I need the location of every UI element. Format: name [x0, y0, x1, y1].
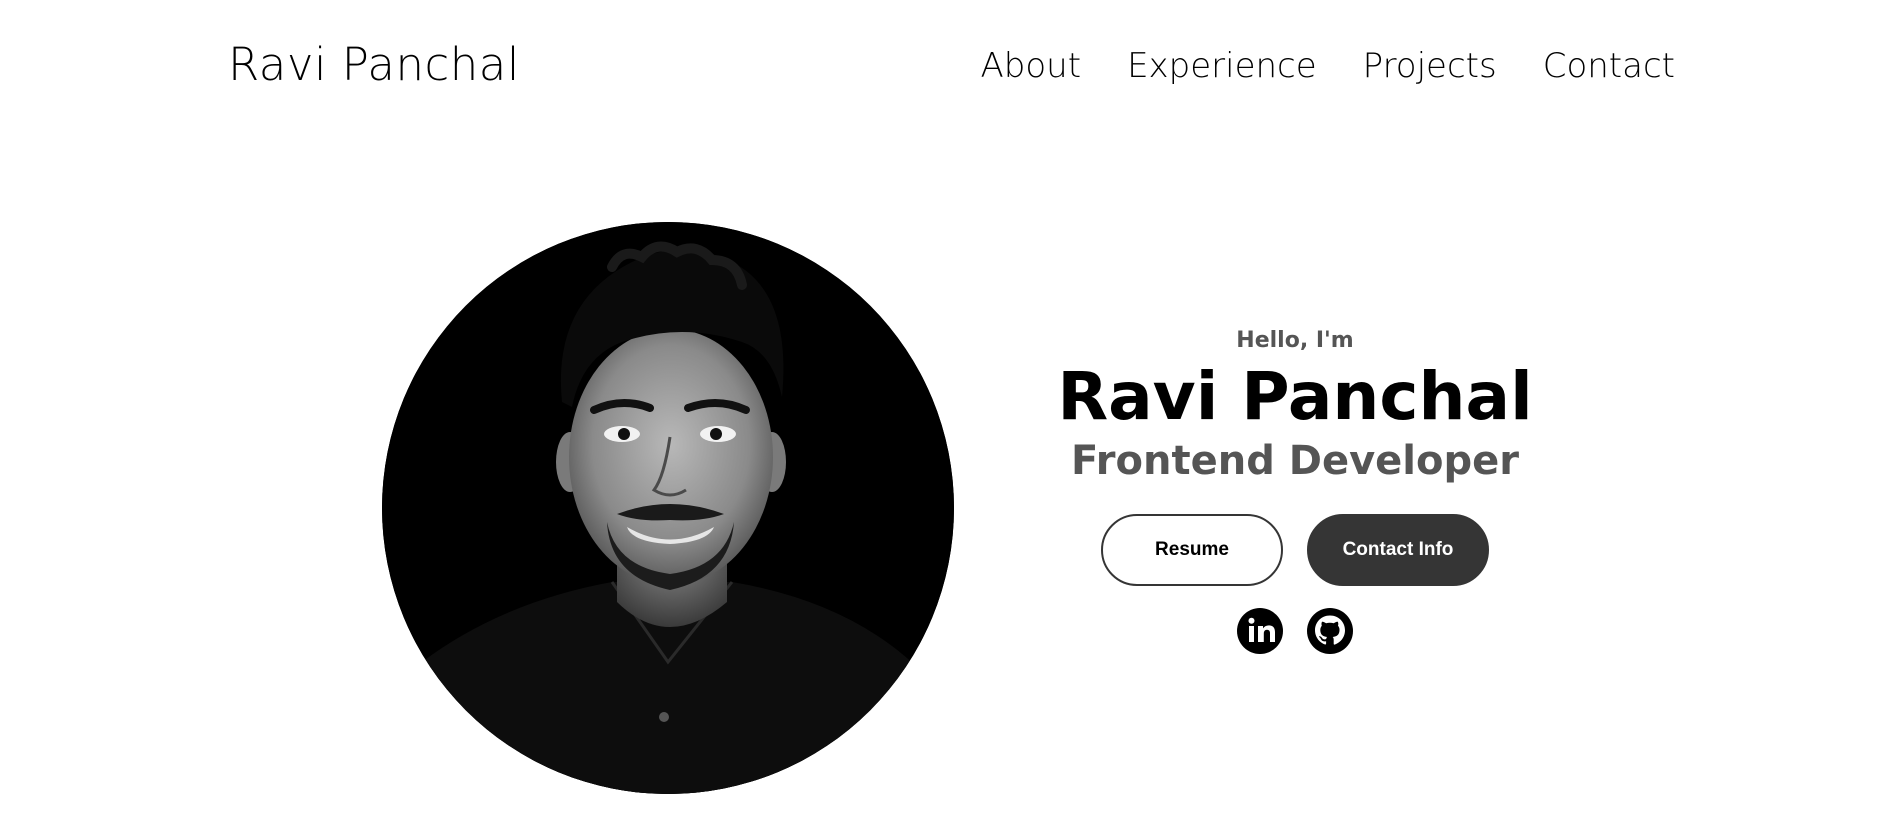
- profile-portrait-illustration: [382, 222, 954, 794]
- nav-link-about[interactable]: About: [981, 46, 1082, 86]
- nav-item-about: About: [981, 46, 1082, 86]
- nav-link-contact[interactable]: Contact: [1543, 46, 1675, 86]
- hero-title: Frontend Developer: [1071, 437, 1519, 484]
- linkedin-icon[interactable]: [1237, 607, 1283, 654]
- nav-links: About Experience Projects Contact: [981, 46, 1675, 86]
- nav-link-projects[interactable]: Projects: [1363, 46, 1497, 86]
- hero-name: Ravi Panchal: [1057, 358, 1533, 435]
- site-logo[interactable]: Ravi Panchal: [228, 38, 520, 91]
- profile-photo: [382, 222, 954, 794]
- greeting-text: Hello, I'm: [1236, 328, 1354, 353]
- social-links: [1040, 607, 1550, 654]
- nav-link-experience[interactable]: Experience: [1127, 46, 1317, 86]
- top-nav: Ravi Panchal About Experience Projects C…: [0, 0, 1890, 130]
- nav-item-experience: Experience: [1127, 46, 1317, 86]
- nav-item-contact: Contact: [1543, 46, 1675, 86]
- hero-text: Hello, I'm Ravi Panchal Frontend Develop…: [1040, 328, 1550, 654]
- resume-button[interactable]: Resume: [1101, 513, 1283, 586]
- nav-item-projects: Projects: [1363, 46, 1497, 86]
- hero-buttons: Resume Contact Info: [1040, 513, 1550, 586]
- github-icon[interactable]: [1307, 607, 1353, 654]
- contact-info-button[interactable]: Contact Info: [1307, 513, 1489, 586]
